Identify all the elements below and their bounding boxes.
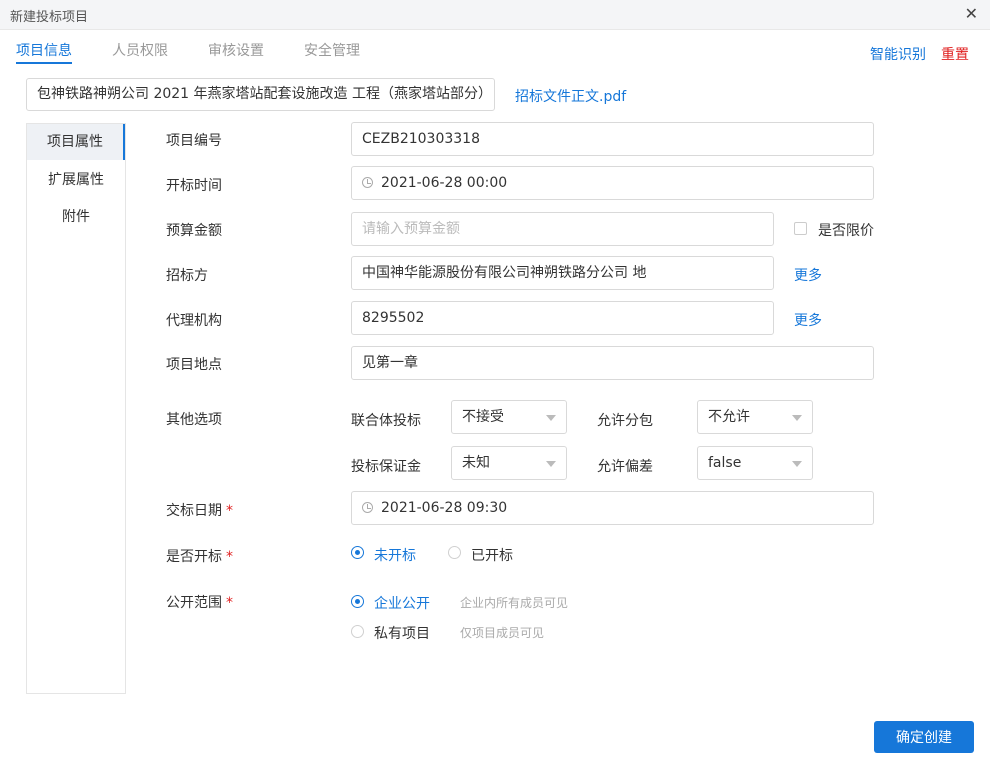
tab-personnel-permissions[interactable]: 人员权限 [112, 40, 168, 60]
visibility-label: 公开范围 * [166, 592, 233, 612]
bid-open-time-picker[interactable]: 2021-06-28 00:00 [351, 166, 874, 200]
opened-radio-label[interactable]: 已开标 [471, 545, 513, 565]
other-options-label: 其他选项 [166, 412, 222, 428]
side-panel: 项目属性 扩展属性 附件 [26, 123, 126, 694]
required-mark: * [226, 549, 233, 565]
chevron-down-icon [792, 415, 802, 421]
subcontract-value: 不允许 [708, 409, 750, 425]
chevron-down-icon [546, 461, 556, 467]
agency-label: 代理机构 [166, 313, 222, 329]
visibility-label-text: 公开范围 [166, 595, 222, 611]
reset-link[interactable]: 重置 [941, 44, 969, 64]
not-opened-label[interactable]: 未开标 [374, 545, 416, 565]
location-label: 项目地点 [166, 357, 222, 373]
private-project-hint: 仅项目成员可见 [460, 626, 545, 640]
tab-project-info[interactable]: 项目信息 [16, 40, 72, 60]
project-no-label: 项目编号 [166, 133, 222, 149]
tenderer-more-link[interactable]: 更多 [794, 265, 822, 285]
smart-recognize-link[interactable]: 智能识别 [870, 44, 926, 64]
deviation-select[interactable]: false [697, 446, 813, 480]
active-tab-indicator [16, 62, 72, 64]
tab-bar: 项目信息 人员权限 审核设置 安全管理 [0, 30, 990, 66]
tender-document-link[interactable]: 招标文件正文.pdf [515, 86, 626, 106]
bond-value: 未知 [462, 455, 490, 471]
enterprise-public-hint: 企业内所有成员可见 [460, 596, 569, 610]
clock-icon [362, 501, 373, 513]
tenderer-label: 招标方 [166, 268, 208, 284]
sidebar-item-extended-attributes[interactable]: 扩展属性 [27, 162, 125, 198]
title-bar: 新建投标项目 ✕ [0, 0, 990, 30]
subcontract-select[interactable]: 不允许 [697, 400, 813, 434]
confirm-create-button[interactable]: 确定创建 [874, 721, 974, 753]
required-mark: * [226, 595, 233, 611]
private-project-label[interactable]: 私有项目 [374, 623, 430, 643]
close-icon[interactable]: ✕ [965, 5, 978, 23]
bid-open-time-value: 2021-06-28 00:00 [381, 175, 508, 191]
private-project-radio[interactable] [351, 625, 364, 638]
budget-label: 预算金额 [166, 223, 222, 239]
tenderer-input[interactable]: 中国神华能源股份有限公司神朔铁路分公司 地 [351, 256, 774, 290]
consortium-label: 联合体投标 [351, 413, 421, 429]
sidebar-item-attachments[interactable]: 附件 [27, 199, 125, 235]
clock-icon [362, 176, 373, 188]
required-mark: * [226, 503, 233, 519]
window-title: 新建投标项目 [10, 10, 89, 25]
sidebar-item-project-attributes[interactable]: 项目属性 [27, 124, 125, 160]
chevron-down-icon [792, 461, 802, 467]
chevron-down-icon [546, 415, 556, 421]
consortium-select[interactable]: 不接受 [451, 400, 567, 434]
submit-date-picker[interactable]: 2021-06-28 09:30 [351, 491, 874, 525]
bond-label: 投标保证金 [351, 459, 421, 475]
submit-date-label: 交标日期 * [166, 500, 233, 520]
agency-input[interactable]: 8295502 [351, 301, 774, 335]
opened-label: 是否开标 * [166, 546, 233, 566]
submit-date-label-text: 交标日期 [166, 503, 222, 519]
agency-more-link[interactable]: 更多 [794, 310, 822, 330]
project-no-input[interactable]: CEZB210303318 [351, 122, 874, 156]
submit-date-value: 2021-06-28 09:30 [381, 500, 508, 516]
bond-select[interactable]: 未知 [451, 446, 567, 480]
price-limit-checkbox[interactable] [794, 222, 807, 235]
enterprise-public-radio[interactable] [351, 595, 364, 608]
opened-label-text: 是否开标 [166, 549, 222, 565]
consortium-value: 不接受 [462, 409, 504, 425]
location-input[interactable]: 见第一章 [351, 346, 874, 380]
tab-review-settings[interactable]: 审核设置 [208, 40, 264, 60]
bid-open-time-label: 开标时间 [166, 178, 222, 194]
opened-radio[interactable] [448, 546, 461, 559]
project-name-input[interactable]: 包神铁路神朔公司 2021 年燕家塔站配套设施改造 工程（燕家塔站部分） [26, 78, 495, 111]
deviation-value: false [708, 455, 742, 471]
subcontract-label: 允许分包 [597, 413, 653, 429]
price-limit-label: 是否限价 [818, 223, 874, 239]
not-opened-radio[interactable] [351, 546, 364, 559]
budget-input[interactable]: 请输入预算金额 [351, 212, 774, 246]
deviation-label: 允许偏差 [597, 459, 653, 475]
tab-security-management[interactable]: 安全管理 [304, 40, 360, 60]
enterprise-public-label[interactable]: 企业公开 [374, 593, 430, 613]
